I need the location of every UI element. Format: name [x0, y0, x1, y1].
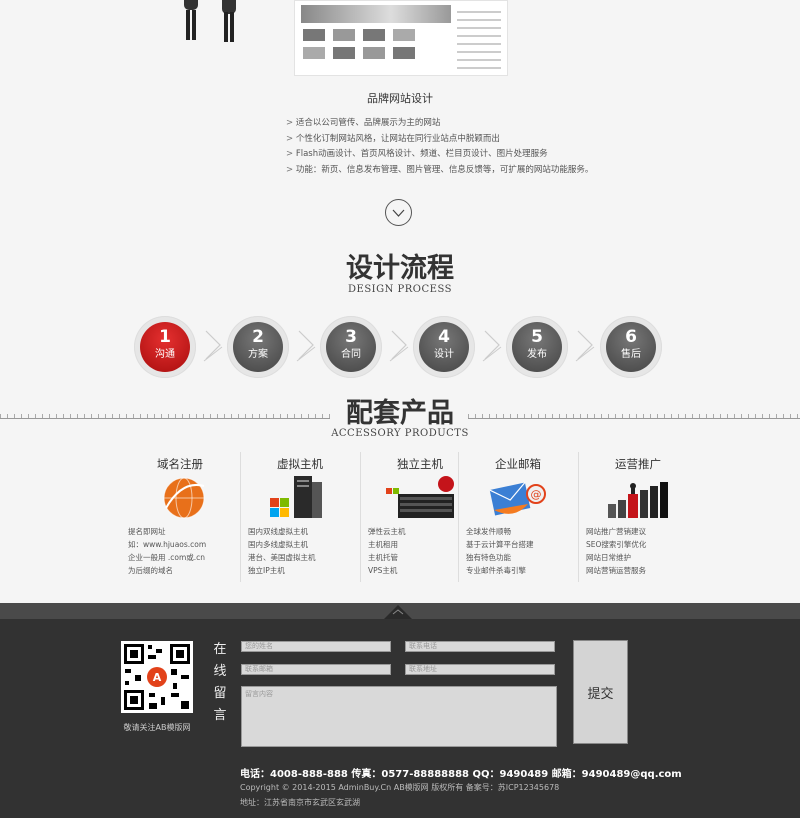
product-feature: 独有特色功能: [466, 553, 511, 562]
chevron-down-icon[interactable]: [385, 199, 412, 226]
product-feature: 专业邮件杀毒引擎: [466, 566, 526, 575]
product-feature: 网站日常维护: [586, 553, 631, 562]
product-feature: 全球发件顺畅: [466, 527, 511, 536]
email-field[interactable]: 联系邮箱: [241, 664, 391, 675]
product-feature: 网站推广营销建议: [586, 527, 646, 536]
phone-field[interactable]: 联系电话: [405, 641, 555, 652]
step-number: 6: [625, 327, 637, 347]
step-label: 沟通: [155, 349, 175, 360]
product-feature-list: 弹性云主机 主机租用 主机托管 VPS主机: [368, 525, 406, 577]
address-field[interactable]: 联系地址: [405, 664, 555, 675]
name-field[interactable]: 您的姓名: [241, 641, 391, 652]
feature-item: 个性化订制网站风格，让网站在同行业站点中脱颖而出: [286, 132, 593, 148]
step-number: 2: [252, 327, 264, 347]
product-feature: VPS主机: [368, 566, 398, 575]
feature-item: Flash动画设计、首页风格设计、频道、栏目页设计、图片处理服务: [286, 147, 593, 163]
product-title: 虚拟主机: [277, 457, 323, 471]
product-card-domain[interactable]: 域名注册 提名即网址 如：www.hjuaos.com 企业一般用 .com或.…: [120, 448, 240, 588]
product-feature: 国内双线虚拟主机: [248, 527, 308, 536]
step-number: 1: [159, 327, 171, 347]
product-card-virtual-host[interactable]: 虚拟主机 国内双线虚拟主机 国内多线虚拟主机 港台、美国虚拟主机 独立IP主机: [240, 448, 360, 588]
product-feature: SEO搜索引擎优化: [586, 540, 647, 549]
server-icon: [270, 476, 322, 518]
address-text: 地址：江苏省南京市玄武区玄武湖: [240, 798, 360, 807]
step-number: 4: [438, 327, 450, 347]
process-title: 设计流程: [346, 253, 454, 284]
product-title: 运营推广: [615, 457, 661, 471]
product-feature: 基于云计算平台搭建: [466, 540, 534, 549]
submit-button[interactable]: 提交: [573, 640, 628, 744]
product-feature: 独立IP主机: [248, 566, 285, 575]
product-feature: 为后缀的域名: [128, 566, 173, 575]
product-card-enterprise-mail[interactable]: 企业邮箱 @ 全球发件顺畅 基于云计算平台搭建 独有特色功能 专业邮件杀毒引擎: [458, 448, 578, 588]
step-label: 方案: [248, 349, 268, 360]
rack-server-icon: [386, 476, 454, 518]
process-step-6: 6 售后: [600, 316, 662, 378]
product-feature-list: 网站推广营销建议 SEO搜索引擎优化 网站日常维护 网站营销运营服务: [586, 525, 646, 577]
message-title: 在线留言: [213, 642, 227, 723]
arrow-connector-icon: [296, 330, 316, 362]
growth-chart-icon: [608, 482, 668, 518]
message-textarea[interactable]: 留言内容: [241, 686, 557, 747]
product-feature: 主机托管: [368, 553, 398, 562]
copyright-text: Copyright © 2014-2015 AdminBuy.Cn AB模版网 …: [240, 783, 560, 792]
showcase-title: 品牌网站设计: [367, 92, 433, 105]
product-card-marketing[interactable]: 运营推广 网站推广营销建议 SEO搜索引擎优化 网站日常维护 网站营销运营服务: [578, 448, 698, 588]
product-feature: 国内多线虚拟主机: [248, 540, 308, 549]
arrow-connector-icon: [575, 330, 595, 362]
step-number: 5: [531, 327, 543, 347]
globe-icon: [163, 477, 205, 519]
feature-list: 适合以公司管传、品牌展示为主的网站 个性化订制网站风格，让网站在同行业站点中脱颖…: [286, 116, 594, 179]
process-step-5: 5 发布: [506, 316, 568, 378]
process-subtitle: DESIGN PROCESS: [348, 284, 452, 295]
step-label: 发布: [527, 349, 547, 360]
product-feature: 网站营销运营服务: [586, 566, 646, 575]
step-label: 售后: [621, 349, 641, 360]
process-step-2: 2 方案: [227, 316, 289, 378]
product-feature: 企业一般用 .com或.cn: [128, 553, 206, 562]
products-subtitle: ACCESSORY PRODUCTS: [331, 428, 469, 439]
step-label: 设计: [434, 349, 454, 360]
website-preview-image: [294, 0, 508, 76]
svg-text:A: A: [153, 671, 162, 684]
product-feature-list: 国内双线虚拟主机 国内多线虚拟主机 港台、美国虚拟主机 独立IP主机: [248, 525, 316, 577]
up-arrow-icon[interactable]: [382, 603, 414, 619]
business-person-figure: [184, 0, 198, 40]
feature-item: 适合以公司管传、品牌展示为主的网站: [286, 116, 593, 132]
mail-icon: @: [489, 482, 546, 516]
products-title: 配套产品: [346, 398, 454, 429]
product-feature: 港台、美国虚拟主机: [248, 553, 316, 562]
showcase-hero: [0, 0, 800, 80]
product-feature-list: 提名即网址 如：www.hjuaos.com 企业一般用 .com或.cn 为后…: [128, 525, 206, 577]
product-feature: 弹性云主机: [368, 527, 406, 536]
process-step-4: 4 设计: [413, 316, 475, 378]
step-number: 3: [345, 327, 357, 347]
product-feature: 提名即网址: [128, 527, 166, 536]
feature-item: 功能：新页、信息发布管理、图片管理、信息反馈等，可扩展的网站功能服务。: [286, 163, 594, 179]
product-title: 域名注册: [157, 457, 203, 471]
qr-caption: 敬请关注AB模版网: [123, 723, 191, 732]
arrow-connector-icon: [389, 330, 409, 362]
process-step-1: 1 沟通: [134, 316, 196, 378]
contact-info: 电话：4008-888-888 传真：0577-88888888 QQ：9490…: [240, 769, 682, 780]
svg-text:@: @: [531, 488, 542, 501]
arrow-connector-icon: [482, 330, 502, 362]
product-feature: 如：www.hjuaos.com: [128, 540, 207, 549]
step-label: 合同: [341, 349, 361, 360]
product-feature: 主机租用: [368, 540, 398, 549]
qr-code-image: A: [121, 641, 193, 713]
product-feature-list: 全球发件顺畅 基于云计算平台搭建 独有特色功能 专业邮件杀毒引擎: [466, 525, 534, 577]
arrow-connector-icon: [203, 330, 223, 362]
product-title: 企业邮箱: [495, 457, 541, 471]
process-step-3: 3 合同: [320, 316, 382, 378]
business-person-figure: [222, 0, 236, 42]
